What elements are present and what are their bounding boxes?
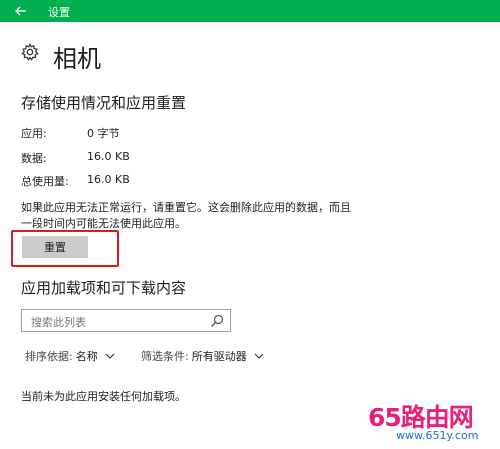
sort-dropdown[interactable]: 排序依据: 名称 — [25, 348, 115, 364]
data-size-label: 数据: — [21, 152, 47, 165]
watermark-logo: 65路由网 www.651y.com — [360, 398, 500, 449]
filter-dropdown[interactable]: 筛选条件: 所有驱动器 — [141, 348, 264, 364]
window-title: 设置 — [48, 6, 70, 19]
sort-value: 名称 — [75, 350, 98, 363]
watermark-url: www.651y.com — [396, 429, 479, 442]
reset-description: 如果此应用无法正常运行，请重置它。这会删除此应用的数据，而且一段时间内可能无法使… — [21, 201, 351, 230]
total-size-label: 总使用量: — [21, 175, 69, 188]
empty-addons-message: 当前未为此应用安装任何加载项。 — [21, 390, 186, 403]
title-bar: 设置 — [0, 0, 500, 22]
app-size-value: 0 字节 — [87, 127, 120, 140]
highlight-annotation-box — [11, 230, 119, 267]
addons-section-heading: 应用加载项和可下载内容 — [21, 279, 187, 297]
total-size-value: 16.0 KB — [87, 173, 130, 186]
search-input[interactable]: 搜索此列表 — [21, 309, 231, 332]
chevron-down-icon — [105, 353, 115, 359]
data-size-value: 16.0 KB — [87, 150, 130, 163]
filter-label: 筛选条件: — [141, 350, 189, 363]
page-title: 相机 — [53, 45, 101, 73]
search-placeholder: 搜索此列表 — [31, 316, 86, 329]
filter-value: 所有驱动器 — [191, 350, 247, 363]
search-icon[interactable] — [210, 314, 224, 328]
back-button[interactable] — [8, 0, 34, 22]
back-arrow-icon — [15, 6, 26, 16]
sort-label: 排序依据: — [25, 350, 73, 363]
app-size-label: 应用: — [21, 127, 47, 140]
storage-section-heading: 存储使用情况和应用重置 — [21, 94, 187, 112]
chevron-down-icon — [254, 353, 264, 359]
gear-icon — [21, 43, 39, 61]
